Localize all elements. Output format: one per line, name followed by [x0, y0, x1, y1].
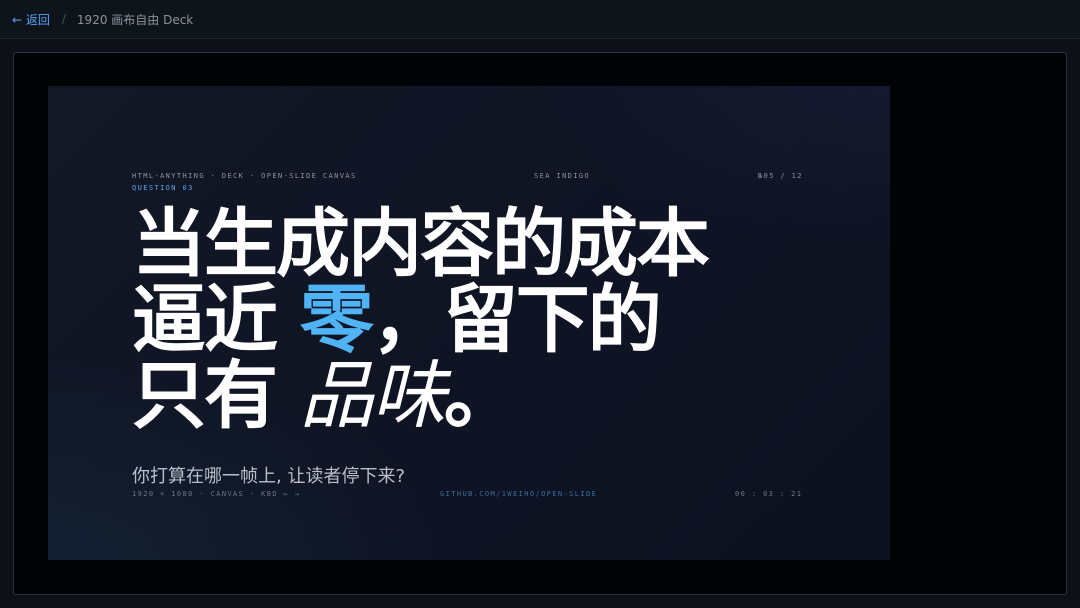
- headline-line-2: 逼近 零，留下的: [132, 282, 708, 358]
- slide-counter: №05 / 12: [758, 172, 803, 180]
- headline-line-2-start: 逼近: [132, 277, 300, 363]
- back-label: ← 返回: [12, 12, 50, 27]
- slide-canvas[interactable]: HTML-ANYTHING · DECK · OPEN-SLIDE CANVAS…: [48, 86, 890, 560]
- meta-deck-label: HTML-ANYTHING · DECK · OPEN-SLIDE CANVAS: [132, 172, 357, 180]
- headline-line-3-end: 。: [443, 353, 518, 439]
- footer-repo-link[interactable]: GITHUB.COM/1WEIHO/OPEN-SLIDE: [440, 490, 597, 498]
- headline-line-3: 只有 品味。: [132, 358, 708, 434]
- headline-highlight: 零: [299, 277, 374, 363]
- footer-canvas-info: 1920 × 1080 · CANVAS · KBD ← →: [132, 490, 301, 498]
- top-bar: ← 返回 / 1920 画布自由 Deck: [0, 0, 1080, 39]
- question-label: QUESTION 03: [132, 184, 194, 192]
- back-button[interactable]: ← 返回: [12, 11, 50, 28]
- headline-line-1: 当生成内容的成本: [132, 201, 710, 287]
- headline-italic: 品味: [299, 353, 446, 439]
- footer-timer: 00 : 03 : 21: [735, 490, 803, 498]
- breadcrumb-separator: /: [61, 12, 66, 26]
- slide-stage: HTML-ANYTHING · DECK · OPEN-SLIDE CANVAS…: [13, 52, 1067, 595]
- slide-headline: 当生成内容的成本 逼近 零，留下的 只有 品味。: [132, 201, 710, 434]
- headline-line-2-end: ，留下的: [371, 277, 662, 363]
- headline-line-3-start: 只有: [132, 353, 300, 439]
- question-text: 你打算在哪一帧上, 让读者停下来?: [132, 466, 405, 487]
- meta-theme-label: SEA INDIGO: [534, 172, 591, 180]
- page-title: 1920 画布自由 Deck: [76, 12, 194, 27]
